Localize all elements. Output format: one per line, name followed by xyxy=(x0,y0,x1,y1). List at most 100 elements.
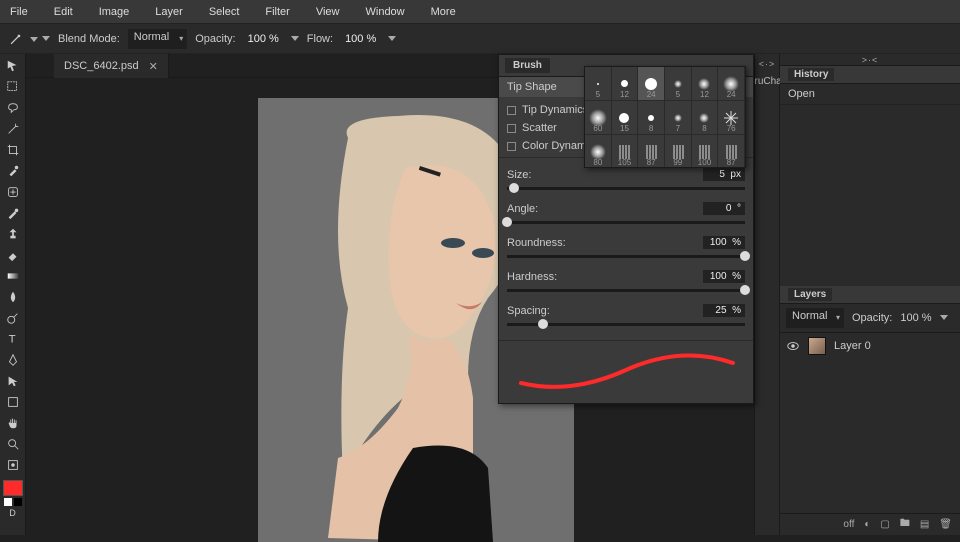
checkbox-icon[interactable] xyxy=(507,142,516,151)
marquee-tool[interactable] xyxy=(2,77,24,97)
heal-tool[interactable] xyxy=(2,182,24,202)
brush-preset-12[interactable]: 12 xyxy=(612,67,639,101)
adjustment-icon[interactable]: ▢ xyxy=(880,519,889,530)
crop-tool[interactable] xyxy=(2,140,24,160)
layer-opacity-dropdown-icon[interactable] xyxy=(940,315,948,320)
slider-hardness[interactable]: Hardness:100 % xyxy=(507,266,745,300)
slider-spacing[interactable]: Spacing:25 % xyxy=(507,300,745,334)
slider-knob[interactable] xyxy=(502,217,512,227)
brush-preset-76[interactable]: 76 xyxy=(718,101,745,135)
checkbox-icon[interactable] xyxy=(507,124,516,133)
menu-edit[interactable]: Edit xyxy=(54,6,73,18)
brush-tool[interactable] xyxy=(2,203,24,223)
brush-preset-15[interactable]: 15 xyxy=(612,101,639,135)
type-tool[interactable]: T xyxy=(2,329,24,349)
menu-filter[interactable]: Filter xyxy=(265,6,289,18)
menu-more[interactable]: More xyxy=(431,6,456,18)
brush-tab[interactable]: Brush xyxy=(505,58,550,73)
flow-value[interactable]: 100 % xyxy=(341,31,380,47)
color-picker-tool[interactable] xyxy=(2,455,24,475)
zoom-tool[interactable] xyxy=(2,434,24,454)
mask-icon[interactable]: ◐ xyxy=(864,519,870,530)
checkbox-icon[interactable] xyxy=(507,106,516,115)
lasso-tool[interactable] xyxy=(2,98,24,118)
slider-size[interactable]: Size:5 px xyxy=(507,164,745,198)
brush-preset-87[interactable]: 87 xyxy=(638,135,665,168)
brush-preset-99[interactable]: 99 xyxy=(665,135,692,168)
slider-roundness[interactable]: Roundness:100 % xyxy=(507,232,745,266)
close-icon[interactable]: ✕ xyxy=(149,60,158,73)
brush-preset-87[interactable]: 87 xyxy=(718,135,745,168)
blur-tool[interactable] xyxy=(2,287,24,307)
opacity-value[interactable]: 100 % xyxy=(244,31,283,47)
brush-preset-12[interactable]: 12 xyxy=(692,67,719,101)
menu-file[interactable]: File xyxy=(10,6,28,18)
move-tool[interactable] xyxy=(2,56,24,76)
brush-preset-24[interactable]: 24 xyxy=(638,67,665,101)
righttab-cha[interactable]: Cha xyxy=(763,70,781,92)
menu-select[interactable]: Select xyxy=(209,6,240,18)
flow-dropdown-icon[interactable] xyxy=(388,36,396,41)
pen-tool[interactable] xyxy=(2,350,24,370)
panel-collapse-row[interactable]: >·< xyxy=(780,54,960,66)
blend-mode-select[interactable]: Normal▾ xyxy=(128,29,187,49)
slider-angle[interactable]: Angle:0 ° xyxy=(507,198,745,232)
slider-knob[interactable] xyxy=(740,285,750,295)
layer-opacity-value[interactable]: 100 % xyxy=(900,312,931,324)
collapse-handle[interactable]: <·> xyxy=(755,58,779,70)
opacity-dropdown-icon[interactable] xyxy=(291,36,299,41)
blend-mode-label: Blend Mode: xyxy=(58,33,120,45)
menu-layer[interactable]: Layer xyxy=(155,6,183,18)
layers-panel-header[interactable]: Layers xyxy=(780,286,960,304)
layer-blend-select[interactable]: Normal▾ xyxy=(786,308,844,328)
brush-preset-60[interactable]: 60 xyxy=(585,101,612,135)
slider-knob[interactable] xyxy=(740,251,750,261)
brush-preset-24[interactable]: 24 xyxy=(718,67,745,101)
slider-track[interactable] xyxy=(507,187,745,190)
visibility-icon[interactable] xyxy=(786,339,800,353)
hand-tool[interactable] xyxy=(2,413,24,433)
dodge-tool[interactable] xyxy=(2,308,24,328)
menu-image[interactable]: Image xyxy=(99,6,130,18)
wand-tool[interactable] xyxy=(2,119,24,139)
brush-preset-8[interactable]: 8 xyxy=(692,101,719,135)
brush-preset-80[interactable]: 80 xyxy=(585,135,612,168)
menu-window[interactable]: Window xyxy=(366,6,405,18)
layers-tab[interactable]: Layers xyxy=(788,288,832,301)
swatch-black[interactable] xyxy=(14,498,22,506)
brush-preset-7[interactable]: 7 xyxy=(665,101,692,135)
slider-knob[interactable] xyxy=(538,319,548,329)
slider-knob[interactable] xyxy=(509,183,519,193)
brush-preset-5[interactable]: 5 xyxy=(665,67,692,101)
new-layer-icon[interactable]: ▤ xyxy=(920,519,929,530)
path-select-tool[interactable] xyxy=(2,371,24,391)
history-panel-header[interactable]: History xyxy=(780,66,960,84)
shape-tool[interactable] xyxy=(2,392,24,412)
foreground-color[interactable] xyxy=(3,480,23,496)
brush-preset-105[interactable]: 105 xyxy=(612,135,639,168)
folder-icon[interactable]: 🖿 xyxy=(900,516,910,533)
slider-track[interactable] xyxy=(507,289,745,292)
brush-preset-5[interactable]: 5 xyxy=(585,67,612,101)
slider-track[interactable] xyxy=(507,255,745,258)
history-item[interactable]: Open xyxy=(780,84,960,105)
brush-preset-8[interactable]: 8 xyxy=(638,101,665,135)
eraser-tool[interactable] xyxy=(2,245,24,265)
swatch-white[interactable] xyxy=(4,498,12,506)
slider-track[interactable] xyxy=(507,221,745,224)
menu-view[interactable]: View xyxy=(316,6,340,18)
layer-thumbnail[interactable] xyxy=(808,337,826,355)
layer-name[interactable]: Layer 0 xyxy=(834,340,871,352)
history-tab[interactable]: History xyxy=(788,68,834,81)
eyedropper-tool[interactable] xyxy=(2,161,24,181)
chevron-down-icon[interactable] xyxy=(42,36,50,41)
trash-icon[interactable]: 🗑 xyxy=(939,519,952,530)
brush-preset-100[interactable]: 100 xyxy=(692,135,719,168)
color-swatches[interactable]: D xyxy=(0,480,25,518)
slider-track[interactable] xyxy=(507,323,745,326)
layer-row[interactable]: Layer 0 xyxy=(780,333,960,359)
document-tab[interactable]: DSC_6402.psd ✕ xyxy=(54,54,169,78)
brush-preset-dropdown[interactable] xyxy=(30,33,38,45)
gradient-tool[interactable] xyxy=(2,266,24,286)
stamp-tool[interactable] xyxy=(2,224,24,244)
